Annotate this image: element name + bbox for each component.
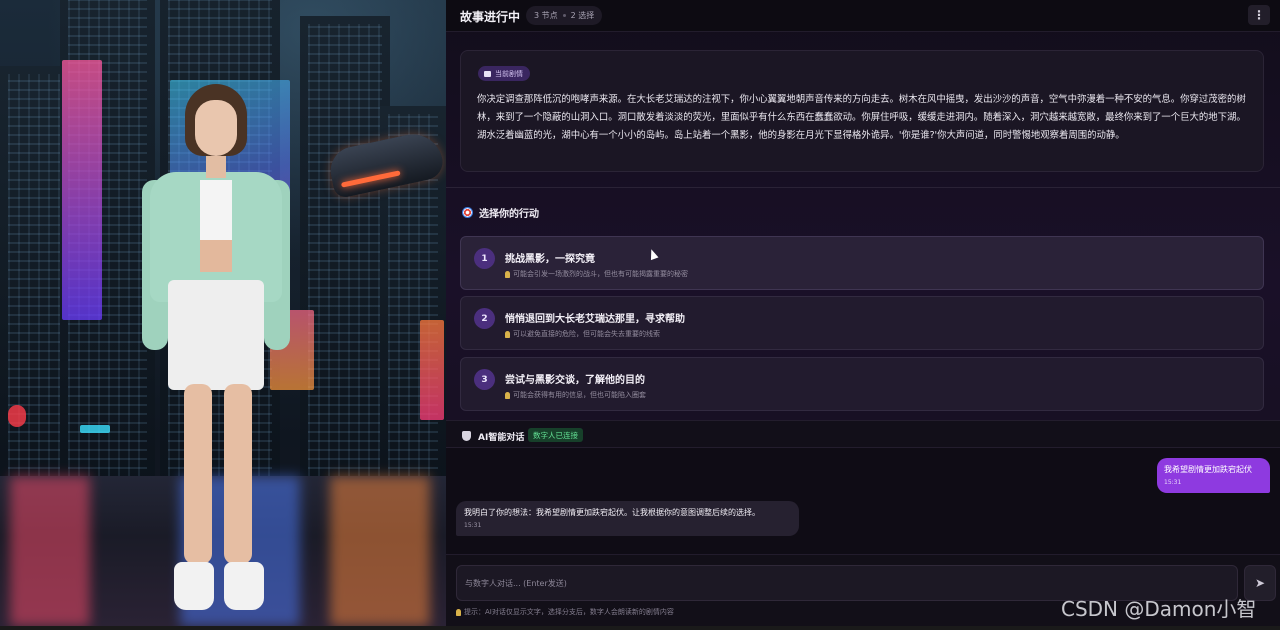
divider <box>446 187 1280 188</box>
neon-sign <box>420 320 444 420</box>
choice-hint: 可能会引发一场激烈的战斗，但也有可能揭露重要的秘密 <box>505 269 688 279</box>
target-icon <box>462 207 473 218</box>
ai-message: 我明白了你的想法：我希望剧情更加跌宕起伏。让我根据你的意图调整后续的选择。 15… <box>456 501 799 536</box>
choice-count: 2 选择 <box>570 11 595 20</box>
bottom-edge <box>0 626 1280 630</box>
story-badge: 当前剧情 <box>478 66 530 81</box>
chat-header: AI智能对话 数字人已连接 <box>446 420 1280 448</box>
choices-title: 选择你的行动 <box>479 209 539 220</box>
avatar-figure <box>140 84 290 614</box>
lightbulb-icon <box>505 330 510 338</box>
choice-label: 挑战黑影，一探究竟 <box>505 254 595 265</box>
neon-sign <box>80 425 110 433</box>
chat-title: AI智能对话 <box>478 433 525 443</box>
choice-option-2[interactable]: 2 悄悄退回到大长老艾瑞达那里，寻求帮助 可以避免直接的危险，但可能会失去重要的… <box>460 296 1264 350</box>
message-time: 15:31 <box>1164 479 1182 486</box>
choice-option-3[interactable]: 3 尝试与黑影交谈，了解他的目的 可能会获得有用的信息，但也可能陷入圈套 <box>460 357 1264 411</box>
chat-messages[interactable]: 我希望剧情更加跌宕起伏 15:31 我明白了你的想法：我希望剧情更加跌宕起伏。让… <box>446 448 1280 554</box>
choice-hint-text: 可以避免直接的危险，但可能会失去重要的线索 <box>513 330 660 338</box>
choice-hint-text: 可能会引发一场激烈的战斗，但也有可能揭露重要的秘密 <box>513 270 688 278</box>
neon-sign <box>8 405 26 427</box>
choice-number: 2 <box>474 308 495 329</box>
choices-heading: 选择你的行动 <box>462 205 539 220</box>
mouse-cursor-icon <box>647 247 659 261</box>
story-badge-label: 当前剧情 <box>495 69 523 78</box>
digital-human-scene <box>0 0 446 626</box>
node-count: 3 节点 <box>534 11 558 20</box>
choice-hint: 可能会获得有用的信息，但也可能陷入圈套 <box>505 390 646 400</box>
neon-billboard <box>62 60 102 320</box>
separator-dot <box>562 14 566 17</box>
top-bar: 故事进行中 3 节点 2 选择 ⋮ <box>446 0 1280 32</box>
current-story-card: 当前剧情 你决定调查那阵低沉的咆哮声来源。在大长老艾瑞达的注视下，你小心翼翼地朝… <box>460 50 1264 172</box>
page-title: 故事进行中 <box>460 10 521 24</box>
more-vertical-icon[interactable]: ⋮ <box>1248 5 1270 25</box>
lightbulb-icon <box>505 391 510 399</box>
message-text: 我明白了你的想法：我希望剧情更加跌宕起伏。让我根据你的意图调整后续的选择。 <box>464 508 760 517</box>
story-stats: 3 节点 2 选择 <box>526 6 603 25</box>
choice-label: 悄悄退回到大长老艾瑞达那里，寻求帮助 <box>505 314 685 325</box>
choice-hint: 可以避免直接的危险，但可能会失去重要的线索 <box>505 329 660 339</box>
message-text: 我希望剧情更加跌宕起伏 <box>1164 465 1252 474</box>
choice-label: 尝试与黑影交谈，了解他的目的 <box>505 375 645 386</box>
choice-option-1[interactable]: 1 挑战黑影，一探究竟 可能会引发一场激烈的战斗，但也有可能揭露重要的秘密 <box>460 236 1264 290</box>
message-time: 15:31 <box>464 522 482 529</box>
choice-number: 3 <box>474 369 495 390</box>
watermark: CSDN @Damon小智 <box>1061 597 1257 621</box>
chat-tip-text: 提示：AI对话仅显示文字，选择分支后，数字人会朗读新的剧情内容 <box>464 608 674 616</box>
connection-status-badge: 数字人已连接 <box>528 428 583 442</box>
building <box>300 16 390 486</box>
story-panel: 故事进行中 3 节点 2 选择 ⋮ 当前剧情 你决定调查那阵低沉的咆哮声来源。在… <box>446 0 1280 626</box>
lightbulb-icon <box>505 270 510 278</box>
user-message: 我希望剧情更加跌宕起伏 15:31 <box>1157 458 1270 493</box>
book-icon <box>484 70 491 77</box>
choice-number: 1 <box>474 248 495 269</box>
choice-hint-text: 可能会获得有用的信息，但也可能陷入圈套 <box>513 391 646 399</box>
story-text: 你决定调查那阵低沉的咆哮声来源。在大长老艾瑞达的注视下，你小心翼翼地朝声音传来的… <box>477 94 1246 141</box>
lightbulb-icon <box>456 608 461 616</box>
shield-icon <box>462 431 471 441</box>
chat-tip: 提示：AI对话仅显示文字，选择分支后，数字人会朗读新的剧情内容 <box>456 607 674 617</box>
